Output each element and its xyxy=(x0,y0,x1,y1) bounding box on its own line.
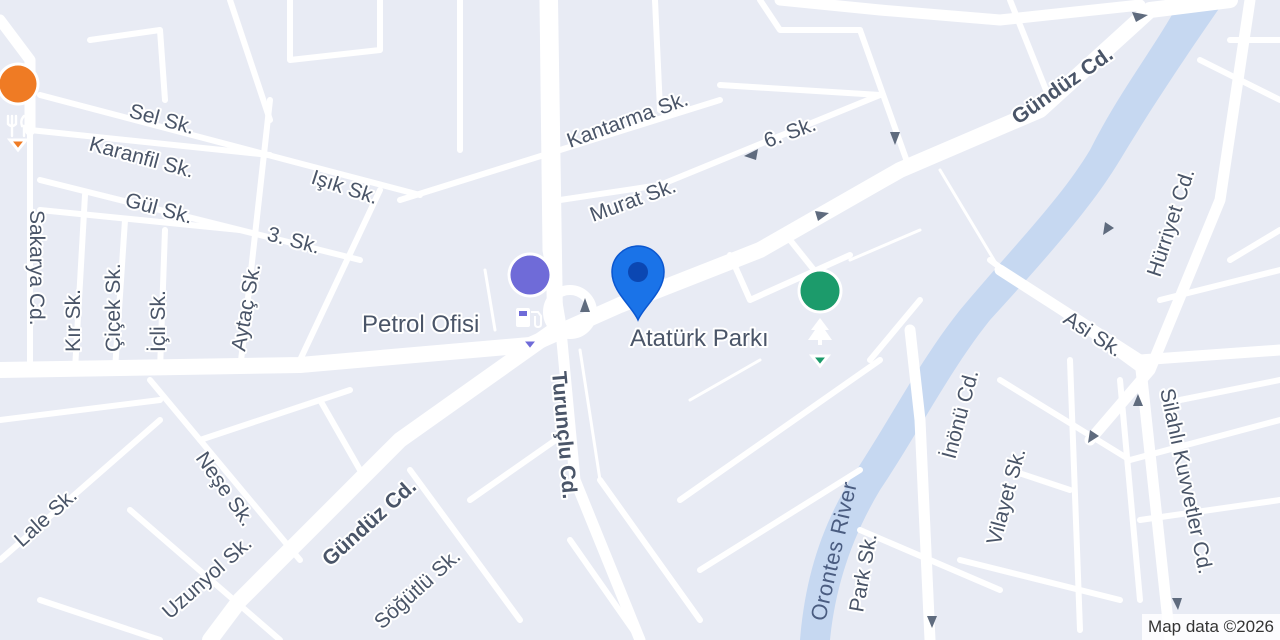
poi-label-petrol: Petrol Ofisi xyxy=(362,311,479,338)
street-label-murat: Murat Sk. xyxy=(587,174,679,226)
street-label-lale: Lale Sk. xyxy=(10,484,82,552)
street-label-vilayet: Vilayet Sk. xyxy=(983,446,1031,547)
tree-icon xyxy=(797,268,843,369)
street-label-asi: Asi Sk. xyxy=(1059,307,1126,362)
street-label-kantarma: Kantarma Sk. xyxy=(564,88,691,153)
map-layer: Sel Sk. Karanfil Sk. Işık Sk. Gül Sk. 3.… xyxy=(0,0,1280,640)
street-label-sakarya: Sakarya Cd. xyxy=(25,210,48,326)
street-label-aytac: Aytaç Sk. xyxy=(227,262,265,353)
street-label-sogutlu: Söğütlü Sk. xyxy=(370,545,465,634)
street-label-nese: Neşe Sk. xyxy=(191,448,259,531)
map-attribution: Map data ©2026 xyxy=(1142,614,1280,640)
street-label-sel: Sel Sk. xyxy=(127,100,197,139)
poi-label-park: Atatürk Parkı xyxy=(630,325,769,352)
street-label-3: 3. Sk. xyxy=(265,223,323,259)
poi-petrol-ofisi[interactable]: Petrol Ofisi xyxy=(360,252,553,353)
street-label-6: 6. Sk. xyxy=(761,113,819,153)
street-label-cicek: Çiçek Sk. xyxy=(102,263,125,352)
map-canvas[interactable]: Sel Sk. Karanfil Sk. Işık Sk. Gül Sk. 3.… xyxy=(0,0,1280,640)
street-label-icli: İçli Sk. xyxy=(147,290,170,352)
street-label-gunduz-sw: Gündüz Cd. xyxy=(318,475,421,571)
street-label-kir: Kır Sk. xyxy=(62,289,85,352)
street-label-gunduz-ne: Gündüz Cd. xyxy=(1008,43,1118,129)
street-label-turunclu: Turunçlu Cd. xyxy=(547,370,581,499)
street-labels: Sel Sk. Karanfil Sk. Işık Sk. Gül Sk. 3.… xyxy=(8,41,1219,636)
